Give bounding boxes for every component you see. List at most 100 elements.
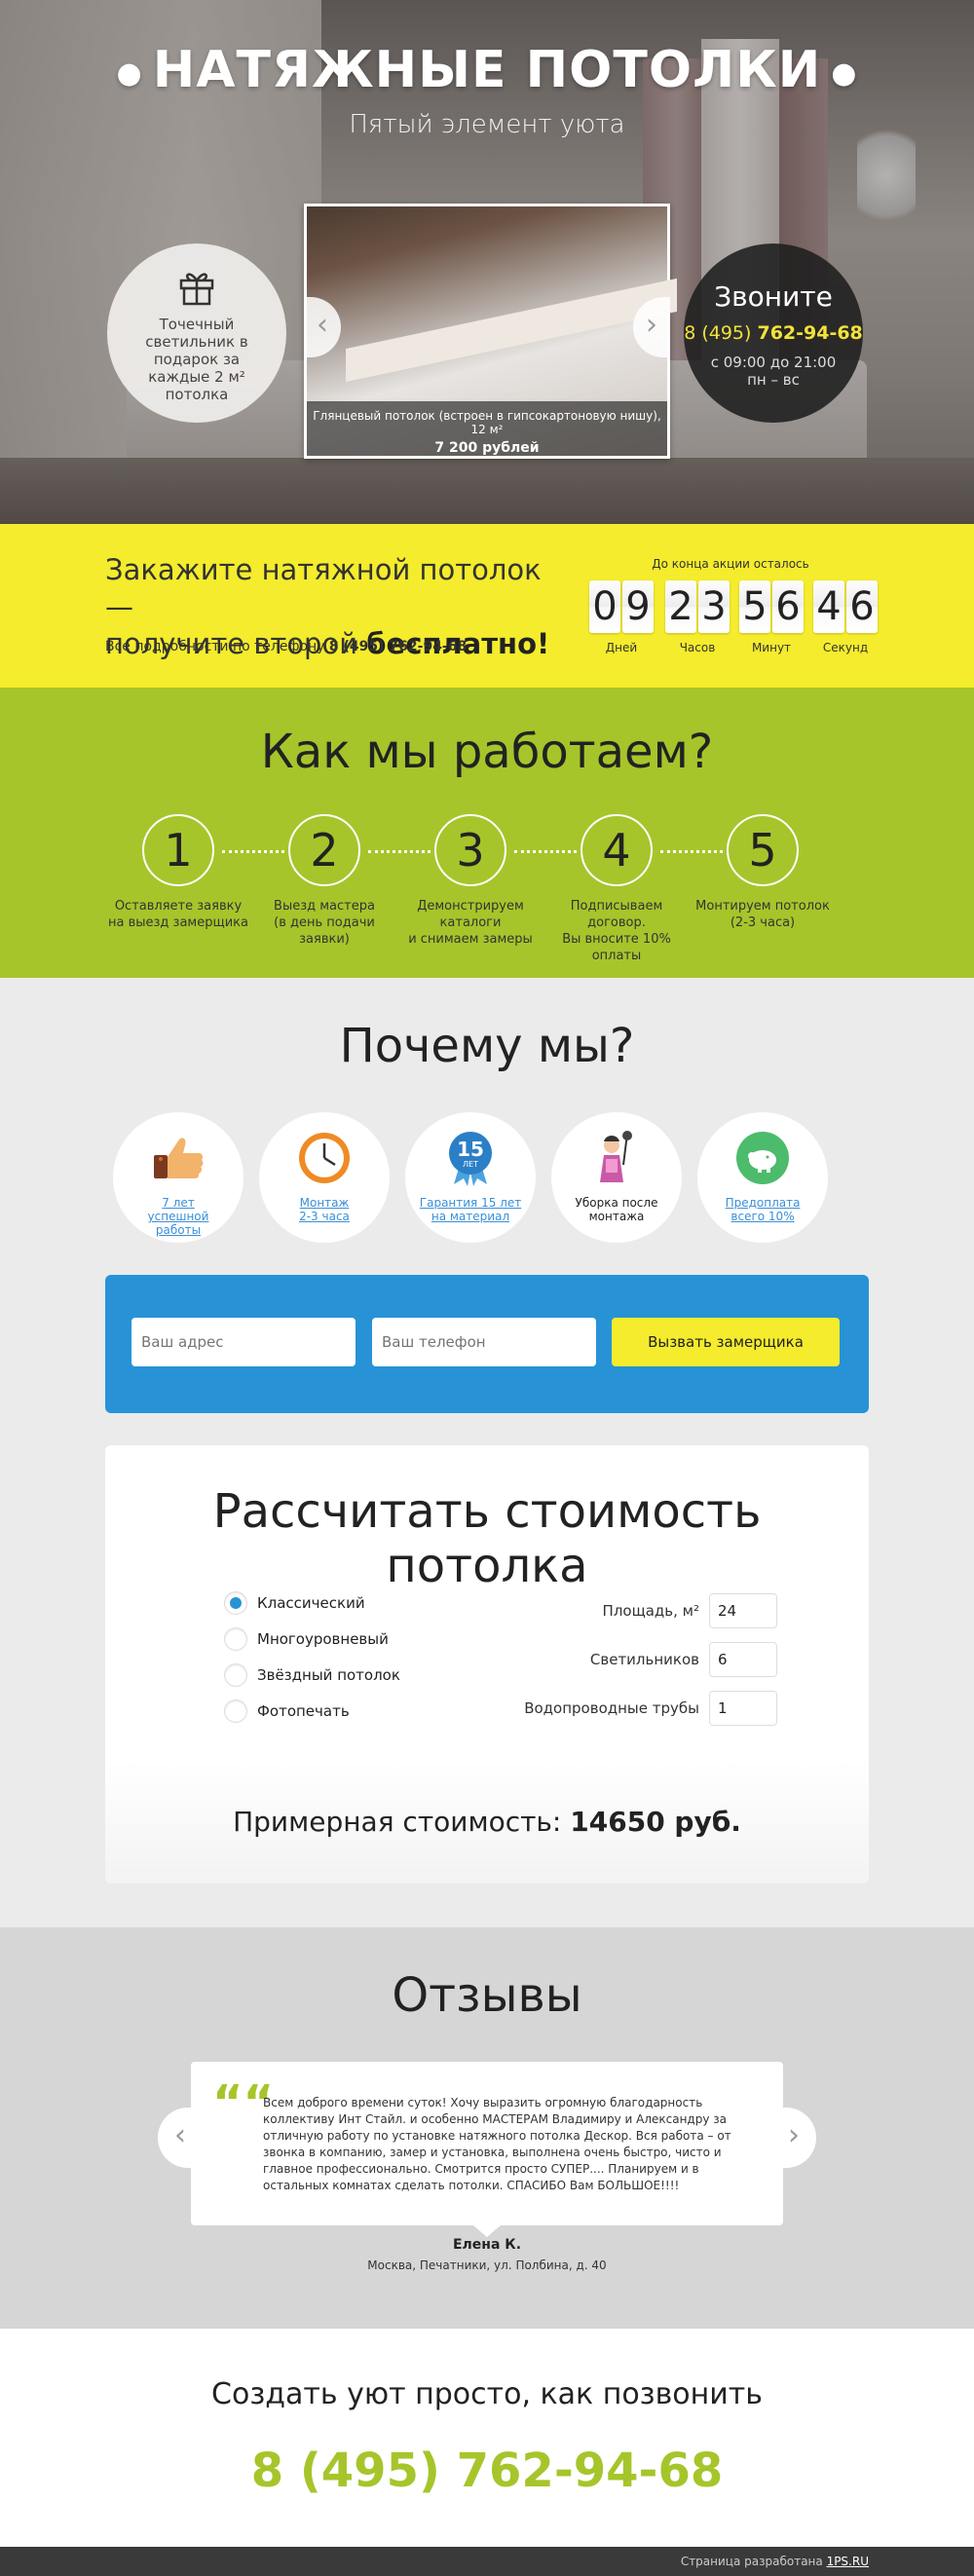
radio-icon[interactable] [224,1627,247,1651]
ceiling-type-radio[interactable]: Звёздный потолок [224,1663,400,1687]
hero-subtitle: Пятый элемент уюта [349,110,625,139]
pipes-input[interactable]: 1 [709,1691,777,1726]
calc-title: Рассчитать стоимость потолка [212,1484,762,1593]
why-item-label-line: Уборка после [575,1196,658,1210]
step-label-line: Подписываем договор. [570,899,663,930]
countdown-seconds: 46 Секунд [813,580,878,654]
step-label-line: на выезд замерщика [107,915,248,930]
measurer-request-form: Вызвать замерщика [105,1275,869,1413]
why-item: 15 ЛЕТ Гарантия 15 лет на материал [405,1112,536,1243]
radio-icon[interactable] [224,1663,247,1687]
why-item: 7 лет успешной работы [113,1112,244,1243]
review-author: Елена К. [452,2237,522,2253]
why-item-label[interactable]: Предоплата всего 10% [697,1196,828,1223]
why-item: Уборка после монтажа [551,1112,682,1243]
slide-caption: Глянцевый потолок (встроен в гипсокартон… [307,401,667,456]
footer-link[interactable]: 1PS.RU [827,2555,869,2568]
radio-icon[interactable] [224,1699,247,1723]
title-dot-icon: ● [831,56,858,91]
why-item-label[interactable]: Гарантия 15 лет на материал [405,1196,536,1223]
step-number: 2 [288,814,360,886]
footer: Страница разработана 1PS.RU [0,2547,974,2576]
step-label-line: Демонстрируем [417,899,524,914]
lamps-input[interactable]: 6 [709,1642,777,1677]
footer-text: Страница разработана [680,2555,827,2568]
call-hours-time: с 09:00 до 21:00 [710,354,837,371]
clock-icon [299,1133,350,1183]
promo-details-phone[interactable]: 8 (495) 762-94-68 [329,639,467,654]
step-label-line: и снимаем замеры [408,932,533,947]
how-step: 5 Монтируем потолок (2-3 часа) [690,814,836,931]
step-number: 1 [142,814,214,886]
step-label-line: Вы вносите 10% оплаты [562,932,671,963]
call-measurer-button[interactable]: Вызвать замерщика [612,1318,840,1366]
how-step: 2 Выезд мастера (в день подачи заявки) [251,814,397,948]
phone-input[interactable] [372,1318,596,1366]
badge-number: 15 [457,1138,484,1161]
how-we-work-section: Как мы работаем? 1 Оставляете заявку на в… [0,688,974,978]
countdown-digit: 0 [589,580,620,633]
calc-total: Примерная стоимость: 14650 руб. [105,1806,869,1838]
call-phone-main: 762-94-68 [757,322,863,344]
call-phone[interactable]: 8 (495) 762-94-68 [684,322,863,344]
lamps-field: Светильников 6 [456,1642,777,1677]
step-label-line: каталоги [439,915,502,930]
area-label: Площадь, м² [602,1602,699,1620]
call-phone-prefix: 8 (495) [684,322,758,344]
radio-label: Многоуровневый [257,1630,389,1648]
cleaner-icon [600,1131,632,1182]
title-dot-icon: ● [116,56,143,91]
countdown-digit: 3 [698,580,730,633]
bottom-phone[interactable]: 8 (495) 762-94-68 [0,2444,974,2498]
step-label: Оставляете заявку на выезд замерщика [105,898,251,931]
footer-credit: Страница разработана 1PS.RU [681,2555,869,2568]
countdown-minutes: 56 Минут [739,580,804,654]
ceiling-type-radio[interactable]: Многоуровневый [224,1627,389,1651]
step-number: 4 [581,814,653,886]
call-title: Звоните [714,280,833,313]
why-item-label[interactable]: Монтаж 2-3 часа [259,1196,390,1223]
why-us-section: Почему мы? 7 лет успешной работы Монтаж 2-3… [0,978,974,1927]
ceiling-type-radio[interactable]: Классический [224,1591,365,1615]
why-item-label[interactable]: 7 лет успешной работы [113,1196,244,1237]
why-item-label-line: Монтаж [299,1196,350,1210]
step-label-line: Оставляете заявку [114,899,243,914]
thumbs-up-icon [154,1138,204,1178]
countdown-unit-label: Секунд [822,641,869,654]
why-item-label-line: Гарантия 15 лет [419,1196,522,1210]
countdown-digit: 6 [846,580,878,633]
area-input[interactable]: 24 [709,1593,777,1628]
call-circle: Звоните 8 (495) 762-94-68 с 09:00 до 21:… [684,243,863,423]
ceiling-type-radio[interactable]: Фотопечать [224,1699,350,1723]
how-step: 1 Оставляете заявку на выезд замерщика [105,814,251,931]
guarantee-badge-icon: 15 ЛЕТ [449,1132,492,1186]
address-input[interactable] [131,1318,356,1366]
reviews-title: Отзывы [392,1968,582,2023]
why-item-label-line: Предоплата [725,1196,801,1210]
hero-slider: Глянцевый потолок (встроен в гипсокартон… [304,204,677,459]
why-item-label: Уборка после монтажа [551,1196,682,1223]
step-label-line: Выезд мастера [274,899,375,914]
why-item: Предоплата всего 10% [697,1112,828,1243]
reviews-section: Отзывы ‹ › ““ Всем доброго времени суток… [0,1927,974,2329]
how-title: Как мы работаем? [260,725,714,779]
promo-section: Закажите натяжной потолок — получите вто… [0,524,974,688]
bottom-tagline: Создать уют просто, как позвонить [211,2377,763,2411]
why-item-label-line: на материал [431,1210,510,1223]
step-label: Демонстрируем каталоги и снимаем замеры [397,898,543,948]
radio-selected-icon[interactable] [224,1591,247,1615]
step-label-line: (в день подачи заявки) [274,915,375,947]
gift-icon [179,273,214,306]
step-number: 5 [727,814,799,886]
countdown-unit-label: Часов [679,641,716,654]
promo-details-text: Все подробности по телефону [105,639,329,654]
pipes-field: Водопроводные трубы 1 [456,1691,777,1726]
why-title: Почему мы? [339,1019,635,1073]
countdown-digit: 6 [772,580,804,633]
why-item-label-line: успешной [147,1210,209,1223]
how-step: 3 Демонстрируем каталоги и снимаем замеры [397,814,543,948]
why-item-label-line: 2-3 часа [299,1210,350,1223]
hero-title-text: НАТЯЖНЫЕ ПОТОЛКИ [152,41,822,99]
why-item: Монтаж 2-3 часа [259,1112,390,1243]
radio-label: Классический [257,1594,365,1612]
